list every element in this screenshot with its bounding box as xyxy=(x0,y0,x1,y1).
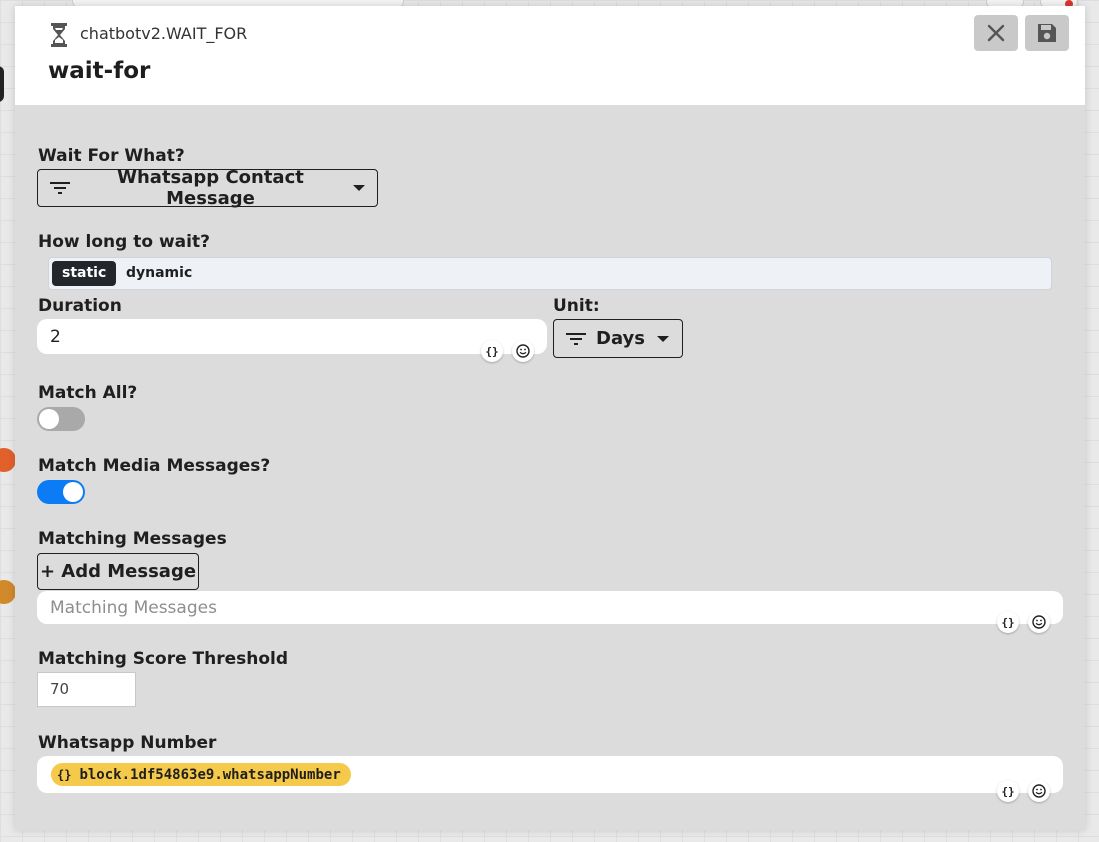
insert-variable-icon[interactable]: {} xyxy=(481,340,503,362)
unit-select[interactable]: Days xyxy=(553,319,683,358)
matching-messages-label: Matching Messages xyxy=(38,529,227,549)
how-long-label: How long to wait? xyxy=(38,232,210,252)
dynamic-option[interactable]: dynamic xyxy=(116,261,202,286)
whatsapp-number-input[interactable]: {} block.1df54863e9.whatsappNumber xyxy=(37,756,1063,793)
variable-chip-label: block.1df54863e9.whatsappNumber xyxy=(79,766,341,783)
node-type-label: chatbotv2.WAIT_FOR xyxy=(80,24,248,43)
filter-icon xyxy=(50,180,70,196)
wait-for-select[interactable]: Whatsapp Contact Message xyxy=(37,167,378,209)
modal-header: chatbotv2.WAIT_FOR wait-for xyxy=(15,6,1085,105)
wait-for-label: Wait For What? xyxy=(38,146,185,166)
matching-messages-placeholder: Matching Messages xyxy=(50,597,217,618)
unit-label: Unit: xyxy=(553,296,600,316)
save-button[interactable] xyxy=(1025,15,1069,51)
static-option[interactable]: static xyxy=(52,261,117,286)
variable-icon: {} xyxy=(57,767,72,782)
duration-value: 2 xyxy=(50,326,61,347)
match-all-label: Match All? xyxy=(38,383,138,403)
insert-variable-icon[interactable]: {} xyxy=(997,780,1019,802)
filter-icon xyxy=(566,331,586,347)
emoji-icon[interactable] xyxy=(1028,611,1050,633)
background-node xyxy=(0,66,4,102)
match-media-toggle[interactable] xyxy=(37,480,85,504)
threshold-input[interactable]: 70 xyxy=(37,672,136,707)
add-message-button[interactable]: + Add Message xyxy=(37,553,199,590)
emoji-icon[interactable] xyxy=(1028,780,1050,802)
matching-messages-input[interactable]: Matching Messages xyxy=(37,591,1063,624)
caret-down-icon xyxy=(656,335,669,343)
save-icon xyxy=(1038,24,1056,42)
close-icon xyxy=(987,24,1005,42)
variable-chip[interactable]: {} block.1df54863e9.whatsappNumber xyxy=(51,763,351,786)
duration-input[interactable]: 2 xyxy=(37,319,547,354)
threshold-label: Matching Score Threshold xyxy=(38,649,289,669)
emoji-icon[interactable] xyxy=(512,340,534,362)
wait-mode-segmented-control: static dynamic xyxy=(48,257,1052,290)
toggle-knob xyxy=(63,482,83,502)
hourglass-icon xyxy=(51,23,67,47)
insert-variable-icon[interactable]: {} xyxy=(997,611,1019,633)
caret-down-icon xyxy=(353,184,365,192)
match-all-toggle[interactable] xyxy=(37,407,85,431)
wait-for-selected-value: Whatsapp Contact Message xyxy=(117,167,304,209)
close-button[interactable] xyxy=(974,15,1018,51)
whatsapp-number-label: Whatsapp Number xyxy=(38,733,217,753)
unit-selected-value: Days xyxy=(596,328,645,349)
node-editor-modal: chatbotv2.WAIT_FOR wait-for Wait For Wha… xyxy=(15,6,1085,830)
duration-label: Duration xyxy=(38,296,122,316)
node-title: wait-for xyxy=(48,58,151,84)
toggle-knob xyxy=(39,409,59,429)
match-media-label: Match Media Messages? xyxy=(38,456,271,476)
